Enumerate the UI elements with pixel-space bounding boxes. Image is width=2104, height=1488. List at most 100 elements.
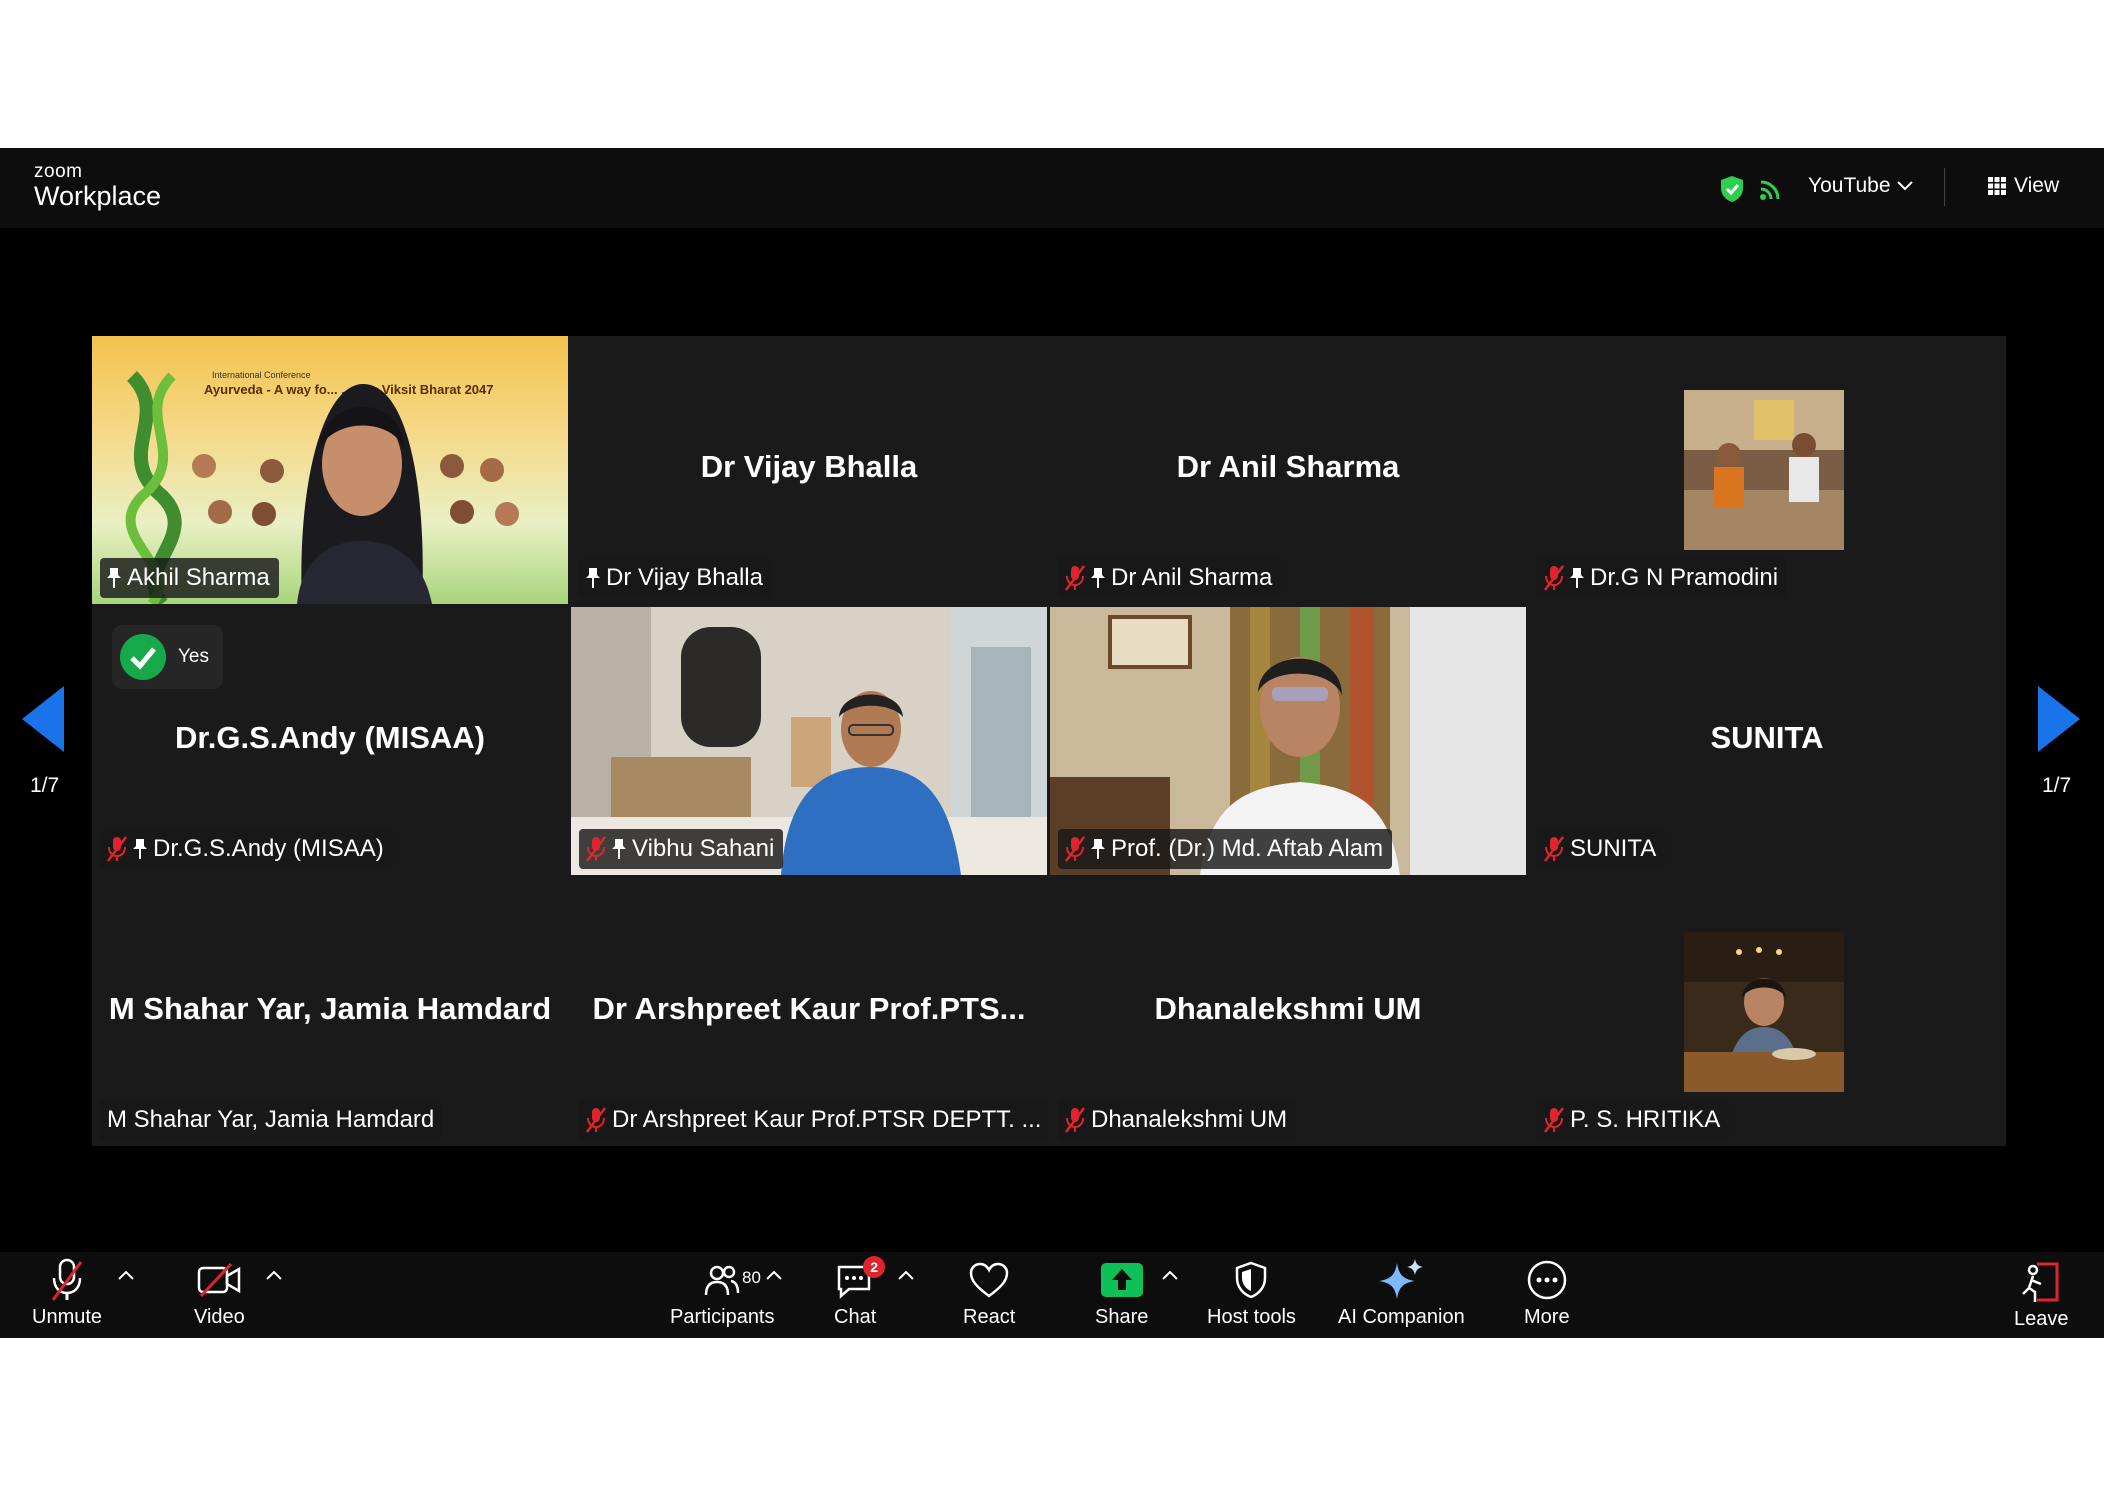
participant-tile[interactable]: Vibhu Sahani — [571, 607, 1047, 875]
react-label: React — [963, 1306, 1016, 1328]
view-label: View — [2014, 174, 2060, 197]
video-gallery: International Conference Ayurveda - A wa… — [92, 336, 2006, 1146]
participant-name-tag: Vibhu Sahani — [579, 829, 784, 869]
ai-companion-label: AI Companion — [1338, 1306, 1465, 1328]
leave-label: Leave — [2014, 1308, 2069, 1330]
participant-tile[interactable]: M Shahar Yar, Jamia Hamdard M Shahar Yar… — [92, 878, 568, 1146]
top-bar: zoom Workplace YouTube View — [0, 148, 2104, 228]
participant-name-tag: Dr.G.S.Andy (MISAA) — [100, 829, 393, 869]
participant-name: Akhil Sharma — [127, 564, 270, 591]
participant-name-tag: Dr Arshpreet Kaur Prof.PTSR DEPTT. ... — [579, 1100, 1047, 1140]
muted-mic-icon — [1544, 565, 1564, 591]
next-page-arrow-icon[interactable] — [2036, 686, 2080, 752]
participant-display-name: SUNITA — [1710, 720, 1824, 755]
share-button[interactable]: Share — [1095, 1256, 1148, 1329]
pin-icon — [107, 568, 121, 588]
share-label: Share — [1095, 1306, 1149, 1328]
more-button[interactable]: More — [1524, 1256, 1570, 1329]
host-tools-button[interactable]: Host tools — [1207, 1256, 1296, 1329]
ai-sparkle-icon — [1379, 1259, 1424, 1299]
muted-microphone-icon — [51, 1258, 83, 1301]
participant-name: Dr Anil Sharma — [1111, 564, 1273, 591]
participant-tile[interactable]: SUNITA SUNITA — [1529, 607, 2005, 875]
reaction-label: Yes — [178, 646, 209, 667]
muted-mic-icon — [586, 1107, 606, 1133]
participant-name: Prof. (Dr.) Md. Aftab Alam — [1111, 835, 1384, 862]
muted-mic-icon — [1065, 565, 1085, 591]
participant-tile[interactable]: Dr.G N Pramodini — [1529, 336, 2005, 604]
muted-mic-icon — [1065, 836, 1085, 862]
participant-display-name: M Shahar Yar, Jamia Hamdard — [108, 991, 552, 1026]
host-tools-label: Host tools — [1207, 1306, 1296, 1328]
participant-name-tag: Dhanalekshmi UM — [1058, 1100, 1297, 1140]
heart-icon — [969, 1262, 1009, 1298]
check-icon — [120, 634, 166, 680]
participant-name: Dr.G.S.Andy (MISAA) — [153, 835, 384, 862]
pin-icon — [1091, 568, 1105, 588]
ai-companion-button[interactable]: AI Companion — [1338, 1256, 1465, 1329]
muted-mic-icon — [1544, 836, 1564, 862]
more-label: More — [1524, 1306, 1570, 1328]
page-indicator-right: 1/7 — [2042, 774, 2072, 797]
unmute-button[interactable]: Unmute — [32, 1256, 102, 1329]
participant-tile[interactable]: Dr Arshpreet Kaur Prof.PTS... Dr Arshpre… — [571, 878, 1047, 1146]
view-button[interactable]: View — [1988, 174, 2059, 198]
participant-name-tag: P. S. HRITIKA — [1537, 1100, 1730, 1140]
muted-mic-icon — [586, 836, 606, 862]
unmute-label: Unmute — [32, 1306, 103, 1328]
meeting-toolbar: Unmute Video Participants 80 2 Chat Reac… — [0, 1252, 2104, 1338]
participant-display-name: Dr Vijay Bhalla — [700, 449, 918, 484]
leave-door-icon — [2022, 1262, 2059, 1302]
participant-name: Dhanalekshmi UM — [1091, 1106, 1288, 1133]
encryption-shield-icon[interactable] — [1719, 175, 1745, 203]
participant-display-name: Dhanalekshmi UM — [1154, 991, 1422, 1026]
participant-tile[interactable]: Dr Vijay Bhalla Dr Vijay Bhalla — [571, 336, 1047, 604]
participant-tile[interactable]: Prof. (Dr.) Md. Aftab Alam — [1050, 607, 1526, 875]
participant-name-tag: Prof. (Dr.) Md. Aftab Alam — [1058, 829, 1393, 869]
brand-zoom: zoom — [34, 161, 83, 182]
participant-tile[interactable]: Dhanalekshmi UM Dhanalekshmi UM — [1050, 878, 1526, 1146]
share-options-caret-icon[interactable] — [1162, 1270, 1178, 1280]
youtube-stream-dropdown[interactable]: YouTube — [1808, 174, 1913, 198]
page-indicator-left: 1/7 — [30, 774, 60, 797]
video-label: Video — [194, 1306, 245, 1328]
participant-name: Dr Vijay Bhalla — [606, 564, 763, 591]
participant-name-tag: SUNITA — [1537, 829, 1666, 869]
participant-name-tag: Dr Vijay Bhalla — [579, 558, 772, 598]
leave-button[interactable]: Leave — [2014, 1258, 2069, 1331]
chat-unread-badge: 2 — [863, 1256, 886, 1278]
participant-tile[interactable]: International Conference Ayurveda - A wa… — [92, 336, 568, 604]
pin-icon — [1570, 568, 1584, 588]
participant-display-name: Dr.G.S.Andy (MISAA) — [174, 720, 485, 755]
chevron-down-icon — [1896, 181, 1913, 191]
video-button[interactable]: Video — [194, 1256, 245, 1329]
participant-name-tag: M Shahar Yar, Jamia Hamdard — [100, 1100, 444, 1140]
participants-icon — [705, 1265, 740, 1296]
participant-name: P. S. HRITIKA — [1570, 1106, 1721, 1133]
participant-tile[interactable]: Yes Dr.G.S.Andy (MISAA) Dr.G.S.Andy (MIS… — [92, 607, 568, 875]
divider — [1944, 168, 1945, 206]
pin-icon — [612, 839, 626, 859]
participant-avatar — [1684, 932, 1844, 1092]
participant-count: 80 — [742, 1268, 761, 1287]
chat-options-caret-icon[interactable] — [898, 1270, 914, 1280]
participant-display-name: Dr Anil Sharma — [1176, 449, 1400, 484]
audio-options-caret-icon[interactable] — [118, 1270, 134, 1280]
participants-button[interactable]: Participants — [670, 1256, 775, 1329]
previous-page-arrow-icon[interactable] — [22, 686, 66, 752]
brand-workplace: Workplace — [34, 181, 162, 211]
participant-tile[interactable]: Dr Anil Sharma Dr Anil Sharma — [1050, 336, 1526, 604]
participant-name-tag: Akhil Sharma — [100, 558, 279, 598]
reaction-badge: Yes — [112, 625, 223, 689]
pin-icon — [586, 568, 600, 588]
participant-display-name: Dr Arshpreet Kaur Prof.PTS... — [592, 991, 1026, 1026]
participant-name: SUNITA — [1570, 835, 1657, 862]
chat-button[interactable]: 2 Chat — [834, 1256, 886, 1329]
react-button[interactable]: React — [963, 1256, 1015, 1329]
shield-icon — [1236, 1261, 1267, 1299]
pin-icon — [133, 839, 147, 859]
video-options-caret-icon[interactable] — [266, 1270, 282, 1280]
live-stream-icon[interactable] — [1758, 178, 1782, 202]
participant-tile[interactable]: P. S. HRITIKA — [1529, 878, 2005, 1146]
participants-options-caret-icon[interactable] — [766, 1270, 782, 1280]
